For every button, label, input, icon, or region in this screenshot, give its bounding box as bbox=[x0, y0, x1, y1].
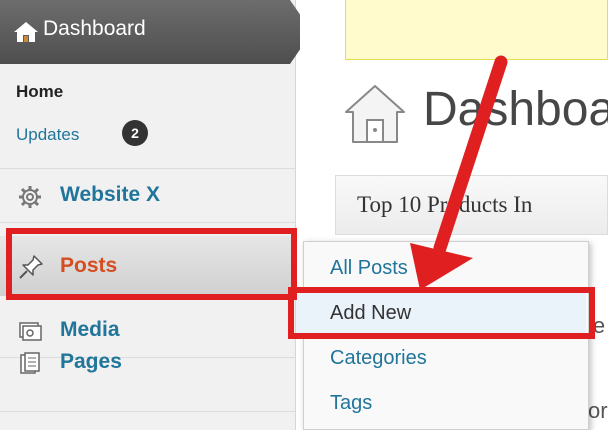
sidebar-item-label: Posts bbox=[60, 254, 118, 277]
dashboard-house-icon bbox=[340, 78, 410, 148]
flyout-item-add-new[interactable]: Add New bbox=[330, 302, 411, 325]
flyout-item-tags[interactable]: Tags bbox=[330, 392, 372, 415]
widget-title: Top 10 Products In bbox=[357, 192, 533, 217]
pushpin-icon bbox=[18, 254, 43, 279]
sidebar-item-pages[interactable]: Pages bbox=[0, 336, 296, 390]
widget-text-fragment: le bbox=[588, 313, 606, 338]
submenu-updates[interactable]: Updates bbox=[16, 125, 79, 145]
home-icon bbox=[13, 20, 39, 44]
divider bbox=[0, 222, 296, 223]
pages-icon bbox=[18, 352, 42, 376]
submenu-home[interactable]: Home bbox=[16, 82, 63, 102]
widget-text-fragment: or bbox=[588, 398, 608, 423]
sidebar-item-dashboard[interactable]: Dashboard bbox=[0, 0, 300, 64]
gear-icon bbox=[18, 185, 42, 209]
flyout-item-categories[interactable]: Categories bbox=[330, 347, 427, 370]
sidebar-item-website-x[interactable]: Website X bbox=[0, 169, 296, 223]
sidebar-item-label: Pages bbox=[60, 350, 122, 373]
page-title: Dashboa bbox=[423, 83, 608, 136]
update-notice bbox=[345, 0, 608, 60]
sidebar-item-label: Dashboard bbox=[43, 17, 146, 40]
sidebar-item-label: Website X bbox=[60, 183, 160, 206]
sidebar-item-posts[interactable]: Posts bbox=[0, 236, 296, 296]
flyout-item-all-posts[interactable]: All Posts bbox=[330, 257, 408, 280]
divider bbox=[0, 411, 296, 412]
updates-count-badge: 2 bbox=[122, 120, 148, 146]
